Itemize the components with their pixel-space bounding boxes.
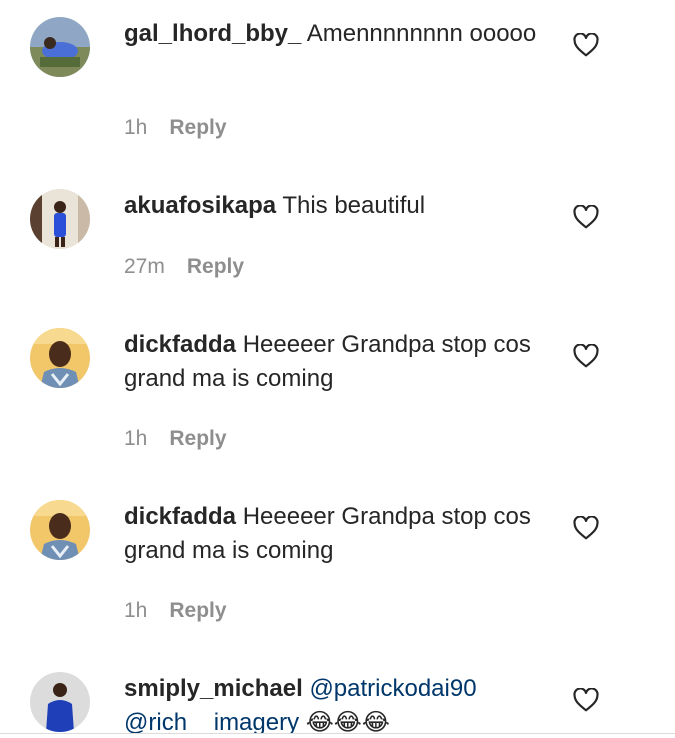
comment-meta: 1h Reply [124,116,227,140]
comment-meta: 27m Reply [124,255,244,279]
avatar[interactable] [30,500,90,560]
comment-meta: 1h Reply [124,427,227,451]
bottom-divider [0,733,675,734]
comment-text: gal_lhord_bby_ Amennnnnnnn ooooo [124,17,544,51]
avatar[interactable] [30,189,90,249]
reply-button[interactable]: Reply [169,427,226,451]
comment-time: 1h [124,427,148,450]
reply-button[interactable]: Reply [187,255,244,279]
comment-text: dickfadda Heeeeer Grandpa stop cos grand… [124,500,544,568]
comment-text: smiply_michael @patrickodai90 @rich__ima… [124,672,544,733]
comment-username[interactable]: akuafosikapa [124,192,276,219]
heart-outline-icon[interactable] [573,205,599,229]
comment-body: This beautiful [282,192,426,219]
comment-text: akuafosikapa This beautiful [124,189,544,223]
reply-button[interactable]: Reply [169,116,226,140]
comment-username[interactable]: smiply_michael [124,675,303,702]
avatar[interactable] [30,17,90,77]
comment-username[interactable]: gal_lhord_bby_ [124,20,301,47]
comment-username[interactable]: dickfadda [124,331,236,358]
comment-time: 1h [124,599,148,622]
comment-body: Amennnnnnnn ooooo [306,20,537,47]
comment-time: 27m [124,255,165,278]
reply-button[interactable]: Reply [169,599,226,623]
avatar[interactable] [30,328,90,388]
comment-username[interactable]: dickfadda [124,503,236,530]
comment-emojis: 😂😂😂 [305,709,390,733]
comment-meta: 1h Reply [124,599,227,623]
heart-outline-icon[interactable] [573,688,599,712]
heart-outline-icon[interactable] [573,344,599,368]
heart-outline-icon[interactable] [573,33,599,57]
avatar[interactable] [30,672,90,732]
comment-text: dickfadda Heeeeer Grandpa stop cos grand… [124,328,544,396]
comment-time: 1h [124,116,148,139]
heart-outline-icon[interactable] [573,516,599,540]
